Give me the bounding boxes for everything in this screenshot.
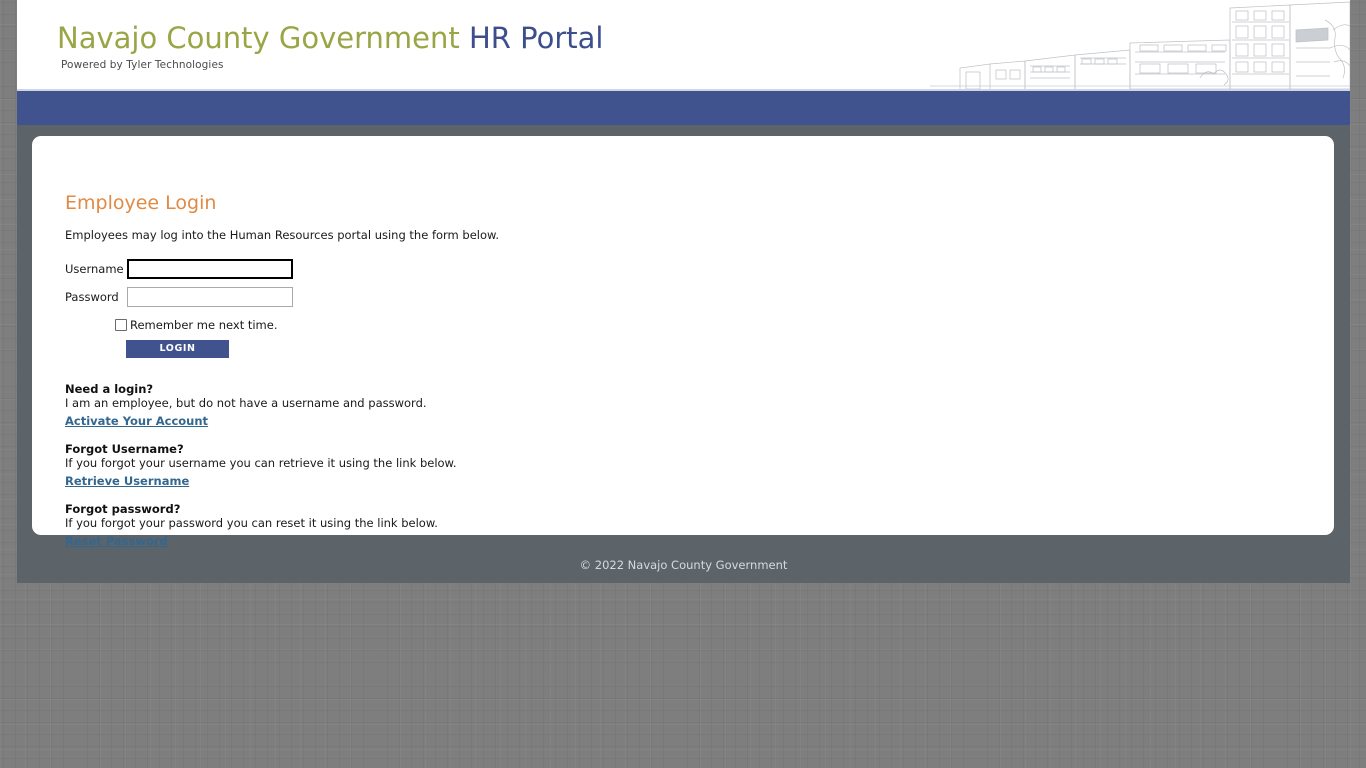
brand-tagline: Powered by Tyler Technologies xyxy=(61,59,224,71)
page-wrapper: Navajo County Government HR Portal Power… xyxy=(17,0,1350,583)
login-content-card: Employee Login Employees may log into th… xyxy=(32,136,1334,548)
help-heading: Need a login? xyxy=(65,382,154,396)
brand-product: HR Portal xyxy=(469,21,604,55)
intro-text: Employees may log into the Human Resourc… xyxy=(65,228,500,242)
username-input[interactable] xyxy=(127,258,293,279)
remember-me-row: Remember me next time. xyxy=(115,318,293,332)
help-description: If you forgot your username you can retr… xyxy=(65,456,457,470)
site-footer: © 2022 Navajo County Government xyxy=(17,548,1350,583)
help-sections: Need a login? I am an employee, but do n… xyxy=(65,382,457,549)
help-block-activate: Need a login? I am an employee, but do n… xyxy=(65,382,457,429)
help-heading: Forgot Username? xyxy=(65,442,184,456)
page-title: Navajo County Government HR Portal xyxy=(57,20,604,56)
reset-password-link[interactable]: Reset Password xyxy=(65,534,168,548)
help-description: I am an employee, but do not have a user… xyxy=(65,396,427,410)
password-input[interactable] xyxy=(127,286,293,307)
site-header: Navajo County Government HR Portal Power… xyxy=(17,0,1350,89)
help-block-password: Forgot password? If you forgot your pass… xyxy=(65,502,457,549)
login-button[interactable]: LOGIN xyxy=(126,340,229,358)
help-heading: Forgot password? xyxy=(65,502,181,516)
password-label: Password xyxy=(65,289,119,304)
login-form: Username Password Remember me next time.… xyxy=(65,256,293,358)
brand-block: Navajo County Government HR Portal Power… xyxy=(57,20,604,71)
brand-name: Navajo County Government xyxy=(57,21,460,55)
help-description: If you forgot your password you can rese… xyxy=(65,516,438,530)
streetscape-photo-icon xyxy=(930,0,1350,89)
remember-me-checkbox[interactable] xyxy=(115,319,127,331)
section-title: Employee Login xyxy=(65,192,217,214)
password-row: Password xyxy=(65,284,293,309)
username-label: Username xyxy=(65,261,124,276)
username-row: Username xyxy=(65,256,293,281)
activate-account-link[interactable]: Activate Your Account xyxy=(65,414,208,428)
remember-me-label: Remember me next time. xyxy=(130,318,278,332)
retrieve-username-link[interactable]: Retrieve Username xyxy=(65,474,189,488)
help-block-username: Forgot Username? If you forgot your user… xyxy=(65,442,457,489)
copyright-text: © 2022 Navajo County Government xyxy=(579,558,788,572)
main-navigation-bar[interactable] xyxy=(17,89,1350,125)
